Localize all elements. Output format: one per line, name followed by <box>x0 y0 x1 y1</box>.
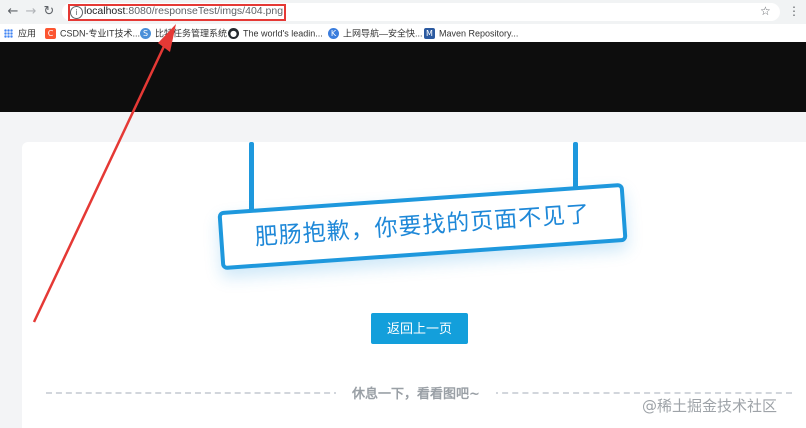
arrow-shaft <box>32 41 168 323</box>
arrow-head <box>158 24 176 52</box>
annotation-arrow <box>32 24 176 323</box>
